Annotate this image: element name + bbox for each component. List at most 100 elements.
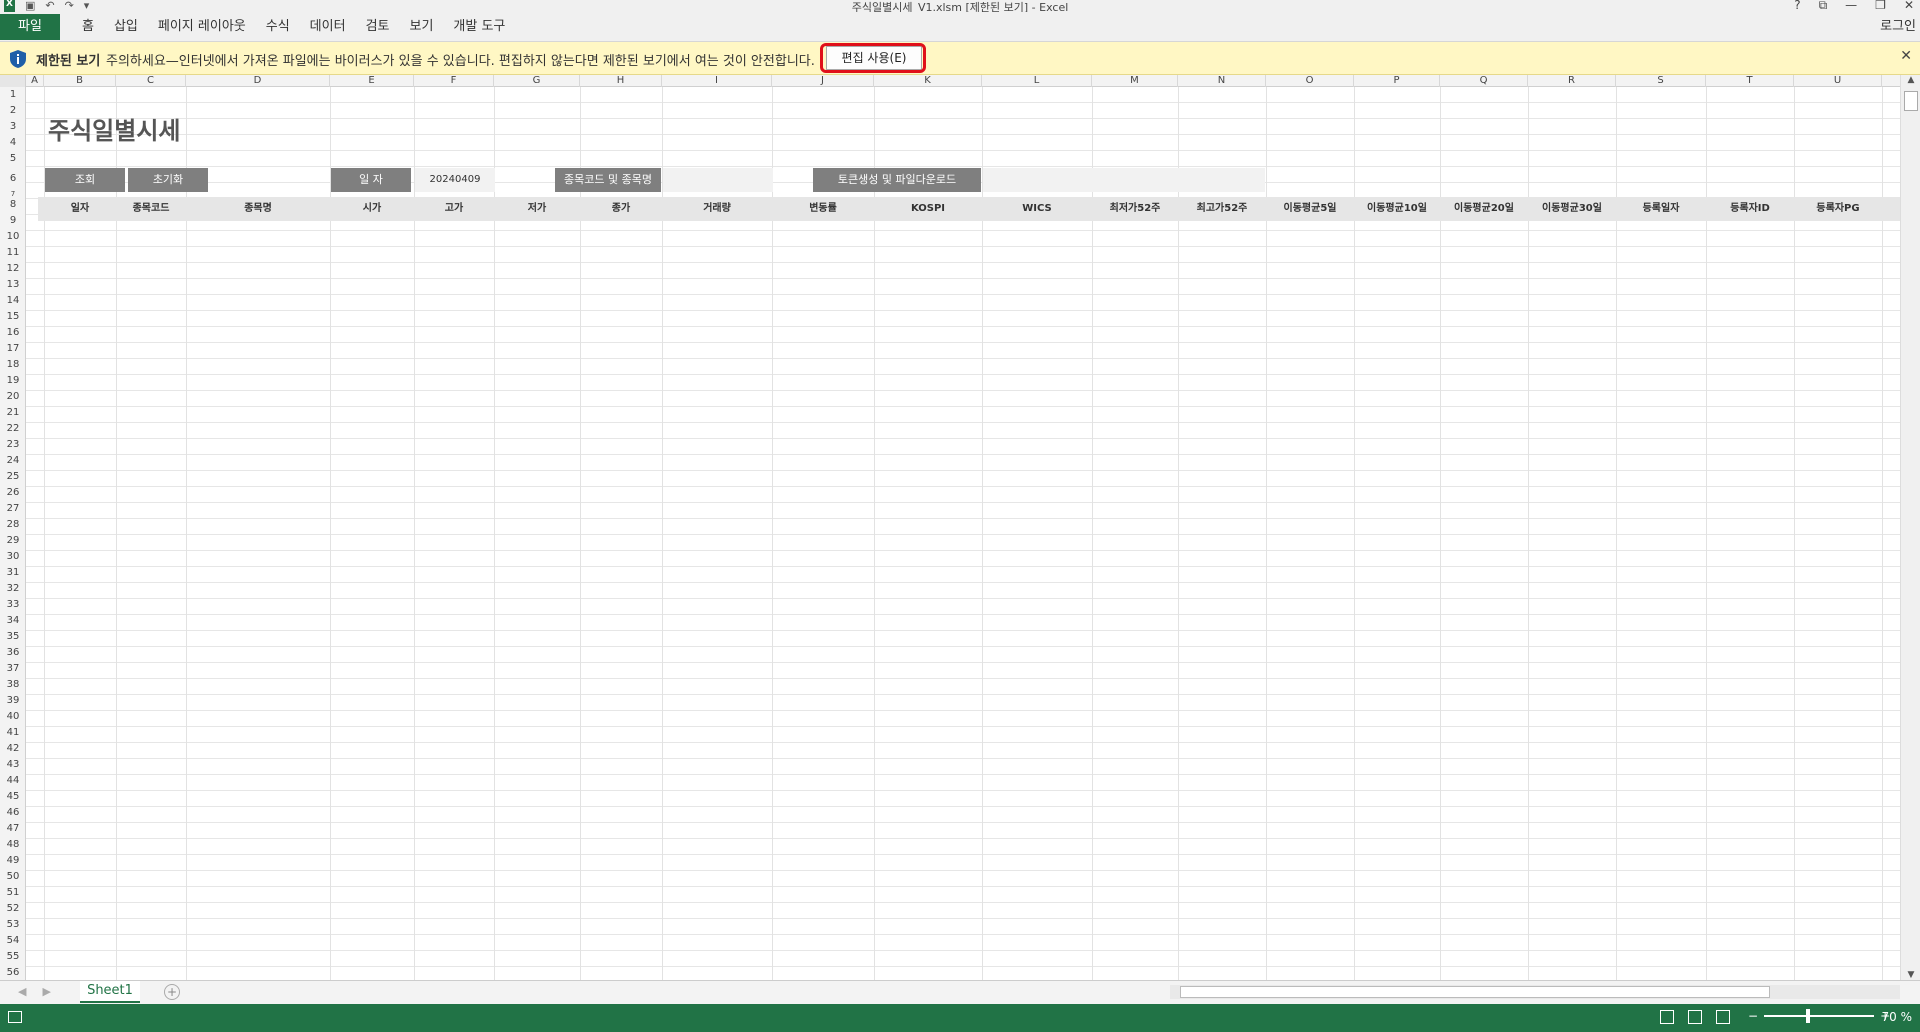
reset-button[interactable]: 초기화 — [128, 168, 208, 192]
row-header-47[interactable]: 47 — [0, 821, 26, 837]
column-header-g[interactable]: G — [494, 75, 580, 87]
row-header-9[interactable]: 9 — [0, 213, 26, 229]
row-header-42[interactable]: 42 — [0, 741, 26, 757]
zoom-slider-knob[interactable] — [1806, 1009, 1811, 1023]
column-header-o[interactable]: O — [1266, 75, 1354, 87]
column-header-n[interactable]: N — [1178, 75, 1266, 87]
row-header-5[interactable]: 5 — [0, 151, 26, 167]
token-download-button[interactable]: 토큰생성 및 파일다운로드 — [813, 168, 981, 192]
row-header-2[interactable]: 2 — [0, 103, 26, 119]
tab-insert[interactable]: 삽입 — [104, 14, 148, 40]
row-header-16[interactable]: 16 — [0, 325, 26, 341]
column-header-i[interactable]: I — [662, 75, 772, 87]
tab-data[interactable]: 데이터 — [300, 14, 356, 40]
zoom-slider[interactable] — [1764, 1009, 1875, 1023]
column-header-m[interactable]: M — [1092, 75, 1178, 87]
row-header-50[interactable]: 50 — [0, 869, 26, 885]
row-header-25[interactable]: 25 — [0, 469, 26, 485]
row-header-6[interactable]: 6 — [0, 167, 26, 191]
row-header-46[interactable]: 46 — [0, 805, 26, 821]
row-header-53[interactable]: 53 — [0, 917, 26, 933]
column-header-a[interactable]: A — [26, 75, 44, 87]
scroll-up-icon[interactable]: ▲ — [1901, 75, 1920, 85]
row-header-41[interactable]: 41 — [0, 725, 26, 741]
tab-file[interactable]: 파일 — [0, 14, 60, 40]
row-header-56[interactable]: 56 — [0, 965, 26, 980]
row-header-34[interactable]: 34 — [0, 613, 26, 629]
column-header-f[interactable]: F — [414, 75, 494, 87]
row-header-24[interactable]: 24 — [0, 453, 26, 469]
column-header-d[interactable]: D — [186, 75, 330, 87]
sheet-next-icon[interactable]: ▶ — [42, 985, 50, 998]
row-header-20[interactable]: 20 — [0, 389, 26, 405]
row-header-30[interactable]: 30 — [0, 549, 26, 565]
row-header-13[interactable]: 13 — [0, 277, 26, 293]
select-all-corner[interactable] — [0, 75, 26, 87]
tab-view[interactable]: 보기 — [399, 14, 443, 40]
row-header-36[interactable]: 36 — [0, 645, 26, 661]
add-sheet-icon[interactable]: + — [164, 984, 180, 1000]
scroll-down-icon[interactable]: ▼ — [1901, 970, 1920, 980]
tab-formulas[interactable]: 수식 — [256, 14, 300, 40]
zoom-out-icon[interactable]: − — [1748, 1009, 1758, 1023]
column-header-t[interactable]: T — [1706, 75, 1794, 87]
row-header-8[interactable]: 8 — [0, 197, 26, 213]
row-header-17[interactable]: 17 — [0, 341, 26, 357]
column-header-b[interactable]: B — [44, 75, 116, 87]
login-link[interactable]: 로그인 — [1880, 14, 1916, 40]
row-header-45[interactable]: 45 — [0, 789, 26, 805]
row-header-29[interactable]: 29 — [0, 533, 26, 549]
row-header-28[interactable]: 28 — [0, 517, 26, 533]
column-header-k[interactable]: K — [874, 75, 982, 87]
row-header-43[interactable]: 43 — [0, 757, 26, 773]
row-header-19[interactable]: 19 — [0, 373, 26, 389]
row-header-55[interactable]: 55 — [0, 949, 26, 965]
row-header-14[interactable]: 14 — [0, 293, 26, 309]
column-header-p[interactable]: P — [1354, 75, 1440, 87]
row-header-15[interactable]: 15 — [0, 309, 26, 325]
sheet-tab-sheet1[interactable]: Sheet1 — [80, 981, 140, 1003]
normal-view-icon[interactable] — [1660, 1010, 1674, 1024]
row-header-23[interactable]: 23 — [0, 437, 26, 453]
token-input[interactable] — [983, 168, 1265, 192]
column-header-h[interactable]: H — [580, 75, 662, 87]
column-header-l[interactable]: L — [982, 75, 1092, 87]
tab-page-layout[interactable]: 페이지 레이아웃 — [148, 14, 256, 40]
row-header-48[interactable]: 48 — [0, 837, 26, 853]
row-header-11[interactable]: 11 — [0, 245, 26, 261]
page-layout-view-icon[interactable] — [1688, 1010, 1702, 1024]
column-header-u[interactable]: U — [1794, 75, 1882, 87]
zoom-level[interactable]: 70 % — [1882, 1010, 1913, 1024]
row-header-35[interactable]: 35 — [0, 629, 26, 645]
row-header-1[interactable]: 1 — [0, 87, 26, 103]
column-header-s[interactable]: S — [1616, 75, 1706, 87]
vertical-scrollbar[interactable]: ▲ ▼ — [1900, 75, 1920, 980]
stock-code-input[interactable] — [663, 168, 773, 192]
row-header-32[interactable]: 32 — [0, 581, 26, 597]
column-header-r[interactable]: R — [1528, 75, 1616, 87]
row-header-27[interactable]: 27 — [0, 501, 26, 517]
column-header-j[interactable]: J — [772, 75, 874, 87]
row-header-44[interactable]: 44 — [0, 773, 26, 789]
close-message-bar-icon[interactable]: ✕ — [1900, 48, 1912, 64]
tab-review[interactable]: 검토 — [356, 14, 400, 40]
row-header-38[interactable]: 38 — [0, 677, 26, 693]
horizontal-scrollbar[interactable] — [1170, 985, 1900, 999]
row-header-22[interactable]: 22 — [0, 421, 26, 437]
row-header-21[interactable]: 21 — [0, 405, 26, 421]
row-header-10[interactable]: 10 — [0, 229, 26, 245]
worksheet-grid[interactable]: 주식일별시세 조회 초기화 일 자 20240409 종목코드 및 종목명 토큰… — [26, 87, 1900, 980]
date-input[interactable]: 20240409 — [415, 168, 495, 192]
row-header-40[interactable]: 40 — [0, 709, 26, 725]
row-header-4[interactable]: 4 — [0, 135, 26, 151]
horizontal-scroll-thumb[interactable] — [1180, 986, 1770, 998]
column-header-q[interactable]: Q — [1440, 75, 1528, 87]
macro-record-icon[interactable] — [8, 1011, 22, 1023]
row-header-37[interactable]: 37 — [0, 661, 26, 677]
row-header-31[interactable]: 31 — [0, 565, 26, 581]
query-button[interactable]: 조회 — [45, 168, 125, 192]
tab-developer[interactable]: 개발 도구 — [443, 14, 515, 40]
column-header-e[interactable]: E — [330, 75, 414, 87]
row-header-33[interactable]: 33 — [0, 597, 26, 613]
row-header-39[interactable]: 39 — [0, 693, 26, 709]
